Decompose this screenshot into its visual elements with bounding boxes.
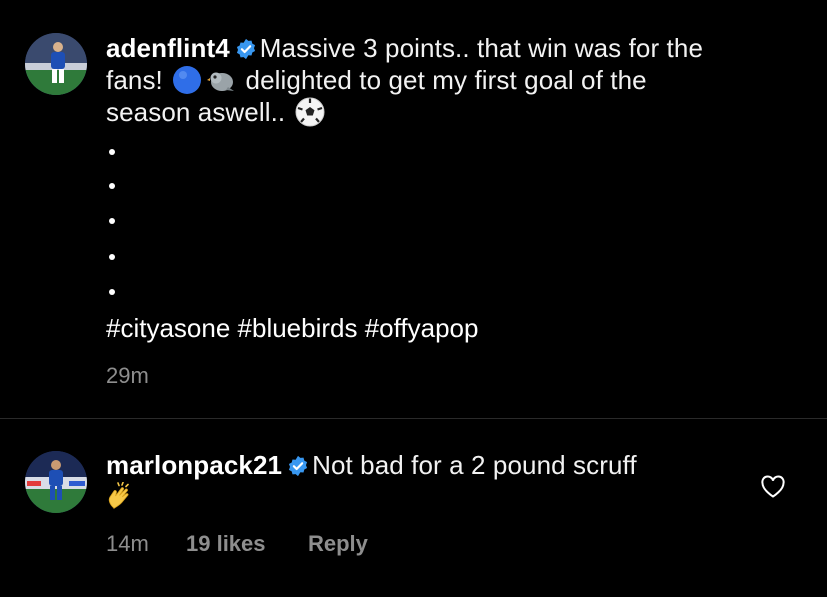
caption-text-1: Massive 3 points.. that win was for the xyxy=(259,33,704,63)
comment-username[interactable]: marlonpack21 xyxy=(106,450,282,480)
caption-text: adenflint4 Massive 3 points.. that win wa… xyxy=(106,32,703,128)
heart-icon[interactable] xyxy=(760,475,786,499)
comment-line-1: marlonpack21 Not bad for a 2 pound scruff xyxy=(106,449,637,481)
caption-hashtags[interactable]: #cityasone #bluebirds #offyapop xyxy=(106,311,478,345)
caption-bullet xyxy=(109,149,115,155)
avatar-marlonpack21[interactable] xyxy=(25,451,87,513)
clapping-hands-emoji xyxy=(108,482,129,510)
comment-text: marlonpack21 Not bad for a 2 pound scruff xyxy=(106,449,637,513)
post-username[interactable]: adenflint4 xyxy=(106,33,230,63)
bird-emoji xyxy=(207,72,235,91)
comment-item: marlonpack21 Not bad for a 2 pound scruff… xyxy=(0,419,827,597)
caption-bullet xyxy=(109,289,115,295)
caption-bullet xyxy=(109,183,115,189)
caption-bullet xyxy=(109,218,115,224)
caption-bullet xyxy=(109,254,115,260)
verified-badge-icon xyxy=(289,455,308,477)
post-timestamp: 29m xyxy=(106,363,149,388)
caption-post: adenflint4 Massive 3 points.. that win wa… xyxy=(0,0,827,418)
caption-line-2: fans! delighted to get my first goal of … xyxy=(106,64,703,96)
caption-text-3: season aswell.. xyxy=(106,97,286,127)
caption-line-1: adenflint4 Massive 3 points.. that win wa… xyxy=(106,32,703,64)
comment-line-2 xyxy=(106,481,637,513)
blue-circle-emoji xyxy=(173,66,202,94)
comment-likes-button[interactable]: 19 likes xyxy=(186,531,266,557)
comment-body: Not bad for a 2 pound scruff xyxy=(312,450,637,480)
caption-line-3: season aswell.. xyxy=(106,96,703,128)
verified-badge-icon xyxy=(236,38,255,60)
caption-text-2b: delighted to get my first goal of the xyxy=(245,65,647,95)
avatar-adenflint4[interactable] xyxy=(25,33,87,95)
comment-reply-button[interactable]: Reply xyxy=(308,531,368,557)
comment-timestamp: 14m xyxy=(106,531,149,556)
caption-text-2a: fans! xyxy=(106,65,163,95)
soccer-ball-emoji xyxy=(295,97,325,127)
